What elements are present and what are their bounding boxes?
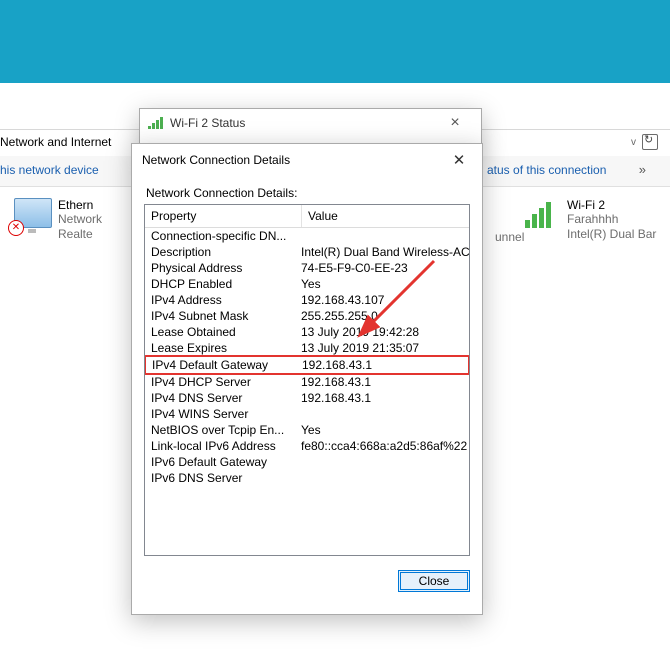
property-value: 13 July 2019 19:42:28 <box>295 324 469 340</box>
property-row[interactable]: IPv6 DNS Server <box>145 470 469 486</box>
adapter-ethernet[interactable]: ✕ Ethern Network Realte <box>14 198 102 242</box>
property-name: IPv4 DHCP Server <box>145 374 295 390</box>
property-name: IPv4 Default Gateway <box>146 357 296 373</box>
property-name: Connection-specific DN... <box>145 228 295 244</box>
breadcrumb[interactable]: Network and Internet <box>0 135 111 149</box>
property-name: IPv4 WINS Server <box>145 406 295 422</box>
list-label: Network Connection Details: <box>146 186 470 200</box>
property-name: Lease Obtained <box>145 324 295 340</box>
property-row[interactable]: IPv4 Address192.168.43.107 <box>145 292 469 308</box>
property-row[interactable]: DescriptionIntel(R) Dual Band Wireless-A… <box>145 244 469 260</box>
property-row[interactable]: IPv4 Default Gateway192.168.43.1 <box>144 355 470 375</box>
property-value <box>295 406 469 422</box>
signal-icon <box>148 117 164 129</box>
property-list[interactable]: Property Value Connection-specific DN...… <box>144 204 470 556</box>
property-value: fe80::cca4:668a:a2d5:86af%22 <box>295 438 469 454</box>
disabled-x-icon: ✕ <box>8 220 24 236</box>
property-row[interactable]: IPv4 DNS Server192.168.43.1 <box>145 390 469 406</box>
property-value: 255.255.255.0 <box>295 308 469 324</box>
close-icon[interactable]: × <box>437 114 473 132</box>
property-name: Lease Expires <box>145 340 295 356</box>
header-value[interactable]: Value <box>302 205 469 227</box>
property-value: Yes <box>295 422 469 438</box>
network-details-dialog: Network Connection Details ✕ Network Con… <box>131 143 483 615</box>
property-name: IPv4 Subnet Mask <box>145 308 295 324</box>
adapter-wifi[interactable]: Wi-Fi 2 Farahhhh Intel(R) Dual Bar <box>525 198 656 242</box>
desktop-banner <box>0 0 670 83</box>
property-name: IPv6 DNS Server <box>145 470 295 486</box>
property-name: Description <box>145 244 295 260</box>
window-title: Wi-Fi 2 Status <box>170 116 437 130</box>
property-row[interactable]: IPv4 WINS Server <box>145 406 469 422</box>
property-name: Link-local IPv6 Address <box>145 438 295 454</box>
desktop: Network and Internet v his network devic… <box>0 0 670 670</box>
toolbar-overflow-icon[interactable]: » <box>639 162 646 177</box>
header-property[interactable]: Property <box>145 205 302 227</box>
address-dropdown-icon[interactable]: v <box>629 137 638 148</box>
property-value <box>295 454 469 470</box>
ethernet-icon: ✕ <box>14 198 52 228</box>
property-row[interactable]: IPv4 DHCP Server192.168.43.1 <box>145 374 469 390</box>
property-row[interactable]: IPv6 Default Gateway <box>145 454 469 470</box>
property-row[interactable]: DHCP EnabledYes <box>145 276 469 292</box>
property-value: 13 July 2019 21:35:07 <box>295 340 469 356</box>
property-name: Physical Address <box>145 260 295 276</box>
refresh-icon[interactable] <box>642 134 658 150</box>
window-title: Network Connection Details <box>142 153 446 167</box>
property-value <box>295 228 469 244</box>
property-name: DHCP Enabled <box>145 276 295 292</box>
property-row[interactable]: Physical Address74-E5-F9-C0-EE-23 <box>145 260 469 276</box>
adapter-status: Network <box>58 212 102 227</box>
list-header: Property Value <box>145 205 469 228</box>
close-button[interactable]: Close <box>398 570 470 592</box>
wifi-icon <box>525 198 561 228</box>
adapter-name: Wi-Fi 2 <box>567 198 656 212</box>
titlebar[interactable]: Wi-Fi 2 Status × <box>140 109 481 137</box>
property-value: 192.168.43.1 <box>295 390 469 406</box>
property-row[interactable]: Lease Obtained13 July 2019 19:42:28 <box>145 324 469 340</box>
property-value: 192.168.43.1 <box>295 374 469 390</box>
property-value: Intel(R) Dual Band Wireless-AC 3165 <box>295 244 469 260</box>
adapter-device: Realte <box>58 227 102 242</box>
adapter-device: Intel(R) Dual Bar <box>567 227 656 242</box>
property-value: 74-E5-F9-C0-EE-23 <box>295 260 469 276</box>
property-row[interactable]: Link-local IPv6 Addressfe80::cca4:668a:a… <box>145 438 469 454</box>
close-icon[interactable]: ✕ <box>446 151 472 169</box>
property-name: NetBIOS over Tcpip En... <box>145 422 295 438</box>
property-value <box>295 470 469 486</box>
property-name: IPv4 Address <box>145 292 295 308</box>
property-name: IPv4 DNS Server <box>145 390 295 406</box>
property-row[interactable]: Connection-specific DN... <box>145 228 469 244</box>
property-value: 192.168.43.1 <box>296 357 468 373</box>
property-value: Yes <box>295 276 469 292</box>
property-name: IPv6 Default Gateway <box>145 454 295 470</box>
adapter-hidden-text: unnel <box>495 230 524 244</box>
toolbar-link-diagnose[interactable]: his network device <box>0 163 99 177</box>
property-value: 192.168.43.107 <box>295 292 469 308</box>
property-row[interactable]: NetBIOS over Tcpip En...Yes <box>145 422 469 438</box>
adapter-name: Ethern <box>58 198 102 212</box>
property-row[interactable]: Lease Expires13 July 2019 21:35:07 <box>145 340 469 356</box>
titlebar[interactable]: Network Connection Details ✕ <box>132 144 482 176</box>
toolbar-link-status[interactable]: atus of this connection <box>487 163 606 177</box>
property-row[interactable]: IPv4 Subnet Mask255.255.255.0 <box>145 308 469 324</box>
adapter-ssid: Farahhhh <box>567 212 656 227</box>
